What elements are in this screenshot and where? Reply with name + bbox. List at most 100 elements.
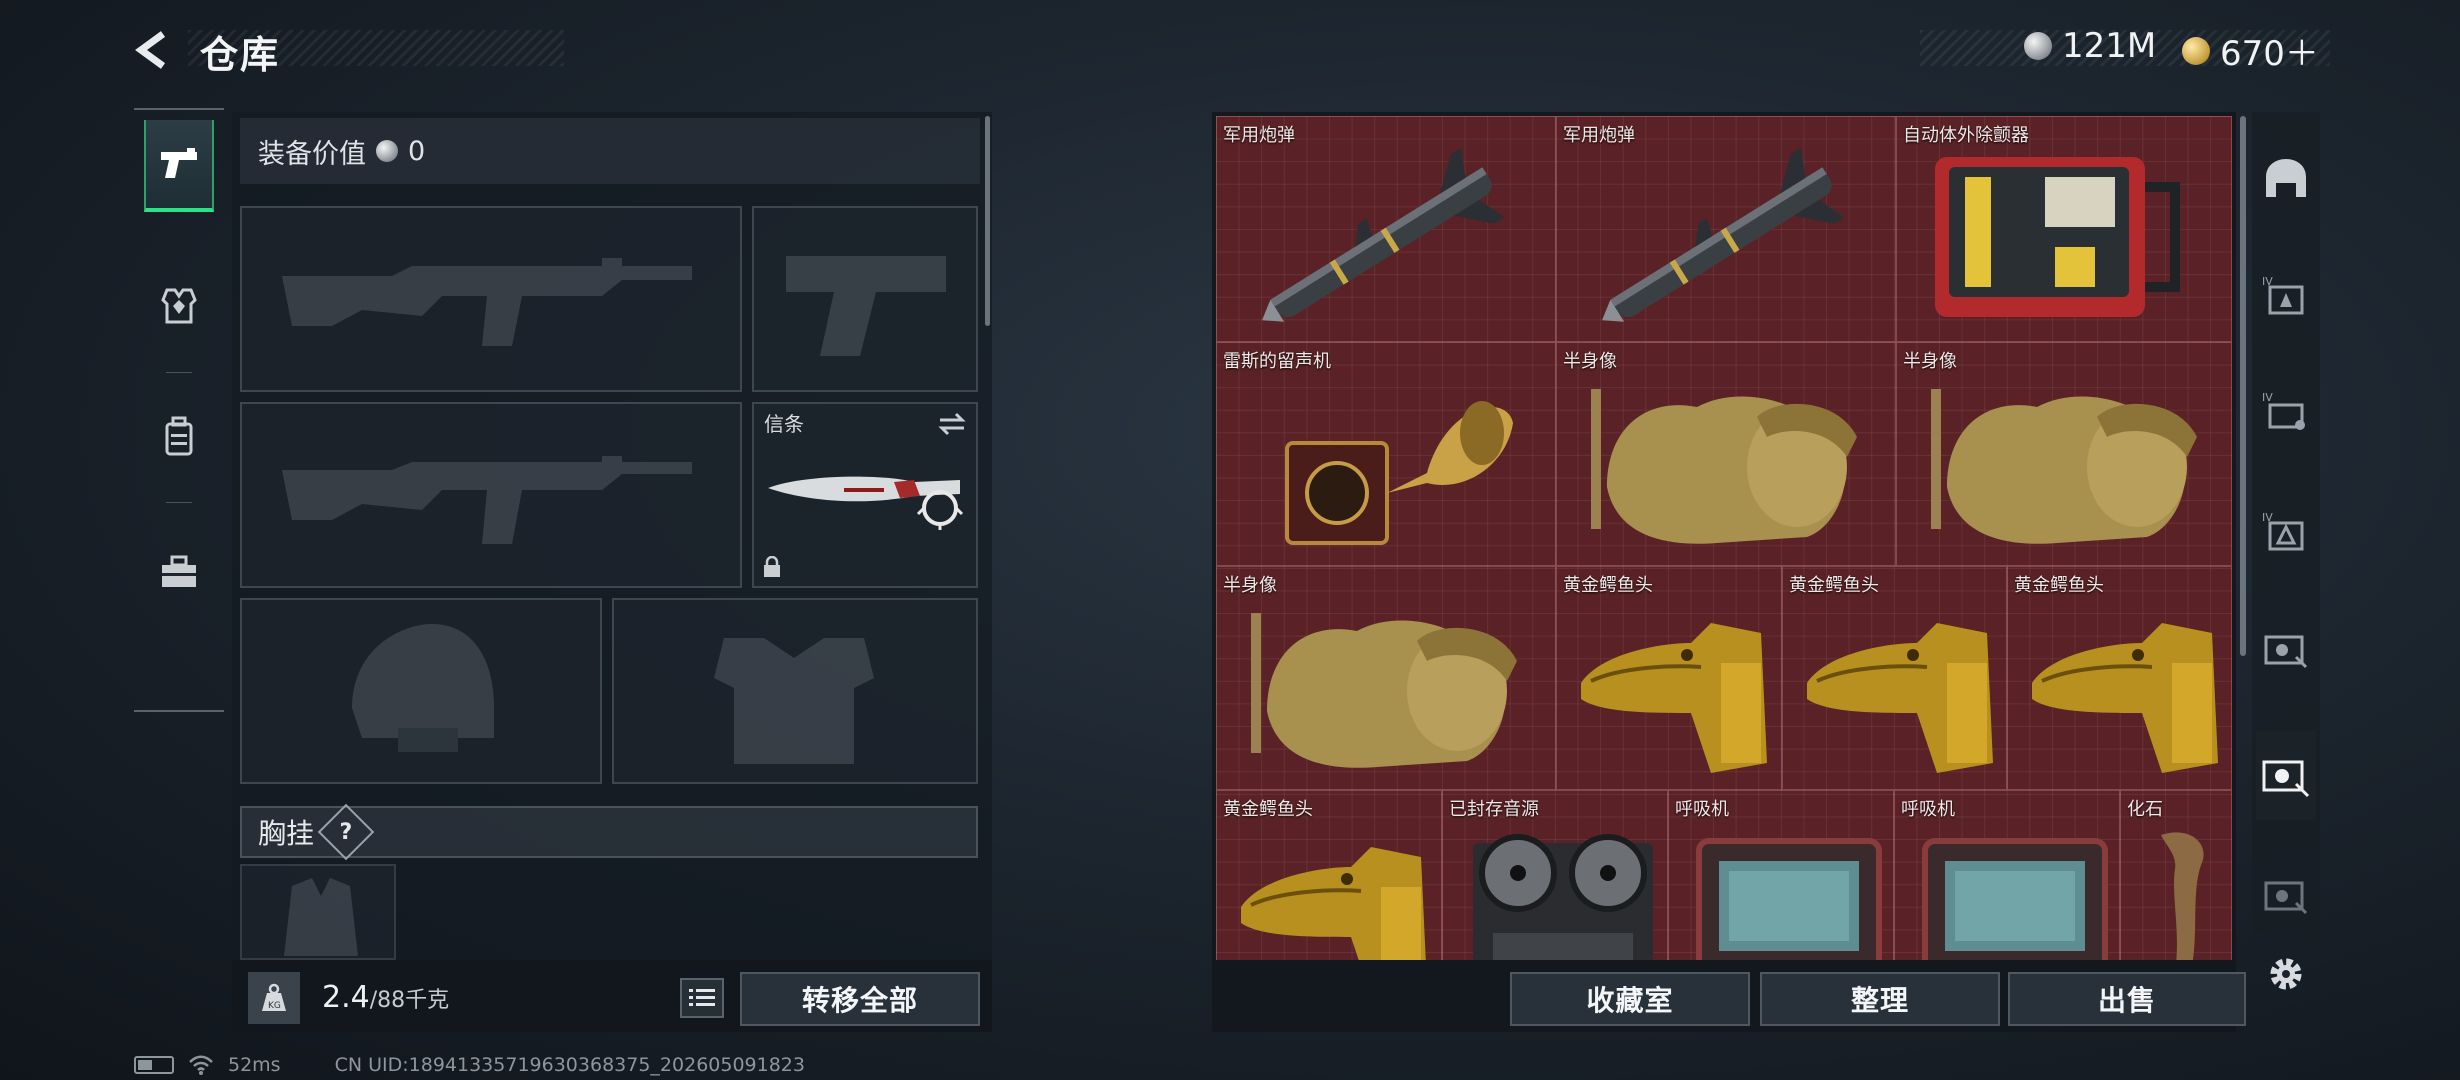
weight-current: 2.4 — [322, 980, 370, 1015]
golden-crocodile-head-icon — [2032, 623, 2218, 773]
rifle-placeholder-icon — [282, 258, 692, 346]
valuables-icon — [2264, 881, 2308, 915]
storage-scrollbar[interactable] — [2240, 116, 2246, 656]
storage-item[interactable]: 化石 — [2120, 790, 2232, 960]
armor-vest-slot[interactable] — [612, 598, 978, 784]
chest-rig-header: 胸挂 ? — [240, 803, 978, 861]
backpack-icon — [165, 416, 193, 456]
missile-icon — [1602, 147, 1845, 322]
storage-tab-armor-iv[interactable]: IV — [2256, 250, 2316, 340]
storage-grid: 军用炮弹 军用炮弹 自动体外除颤器 雷斯的留声机 半身像 半身像 半身像 黄金鳄… — [1216, 116, 2232, 960]
missile-icon — [1262, 147, 1505, 322]
secondary-weapon-slot[interactable] — [240, 402, 742, 588]
chest-rig-slot[interactable] — [240, 864, 396, 960]
settings-button[interactable] — [2262, 950, 2310, 998]
storage-item[interactable]: 半身像 — [1216, 566, 1556, 790]
list-view-button[interactable] — [680, 978, 724, 1018]
storage-item[interactable]: 已封存音源 — [1442, 790, 1668, 960]
item-label: 自动体外除颤器 — [1903, 125, 2029, 146]
melee-slot[interactable]: 信条 — [752, 402, 978, 588]
golden-crocodile-head-icon — [1241, 847, 1426, 960]
storage-item[interactable]: 半身像 — [1556, 342, 1896, 566]
storage-item[interactable]: 黄金鳄鱼头 — [1556, 566, 1782, 790]
transfer-all-button[interactable]: 转移全部 — [740, 972, 980, 1026]
silver-coin-icon — [2024, 32, 2052, 60]
primary-weapon-slot[interactable] — [240, 206, 742, 392]
tab-toolbox[interactable] — [144, 526, 214, 618]
helmet-tier-icon: IV — [2262, 511, 2304, 551]
weight-max: /88千克 — [369, 988, 450, 1013]
storage-item[interactable]: 自动体外除颤器 — [1896, 116, 2232, 342]
storage-item[interactable]: 呼吸机 — [1894, 790, 2120, 960]
storage-item[interactable]: 黄金鳄鱼头 — [1216, 790, 1442, 960]
valuables-icon — [2264, 635, 2308, 669]
page-title: 仓库 — [200, 33, 281, 77]
bust-icon — [1931, 389, 2197, 544]
ping-value: 52ms — [228, 1054, 281, 1076]
tab-weapons[interactable] — [144, 120, 214, 212]
defibrillator-icon — [1935, 157, 2180, 317]
item-label: 黄金鳄鱼头 — [1223, 799, 1313, 820]
silver-currency[interactable]: 121M — [2024, 26, 2156, 66]
tab-backpack[interactable] — [144, 390, 214, 482]
back-arrow-icon — [135, 31, 166, 69]
bust-icon — [1251, 613, 1517, 768]
container-tier-icon: IV — [2262, 391, 2305, 430]
item-label: 呼吸机 — [1675, 799, 1729, 820]
battery-icon — [134, 1056, 174, 1074]
wifi-icon — [189, 1055, 213, 1075]
pistol-placeholder-icon — [786, 256, 946, 356]
shelter-icon — [2266, 159, 2306, 197]
storage-tab-valuables-2[interactable] — [2256, 850, 2316, 940]
karambit-knife-icon — [768, 476, 964, 530]
equipment-value: 0 — [408, 135, 426, 167]
silver-coin-icon — [376, 140, 398, 162]
vest-placeholder-icon — [714, 638, 874, 764]
storage-item[interactable]: 军用炮弹 — [1556, 116, 1896, 342]
silver-currency-value: 121M — [2062, 26, 2157, 66]
category-nav — [134, 108, 224, 712]
storage-item[interactable]: 雷斯的留声机 — [1216, 342, 1556, 566]
sort-button[interactable]: 整理 — [1760, 972, 2000, 1026]
item-label: 雷斯的留声机 — [1223, 351, 1331, 372]
help-icon: ? — [339, 819, 353, 845]
storage-tab-helmet-iv[interactable]: IV — [2256, 486, 2316, 576]
valuables-icon — [2262, 760, 2310, 798]
collection-room-button[interactable]: 收藏室 — [1510, 972, 1750, 1026]
gold-currency[interactable]: 670＋ — [2182, 26, 2319, 75]
golden-crocodile-head-icon — [1807, 623, 1993, 773]
svg-text:IV: IV — [2262, 391, 2273, 404]
storage-tab-valuables-1[interactable] — [2256, 604, 2316, 694]
golden-crocodile-head-icon — [1581, 623, 1767, 773]
back-button[interactable] — [130, 22, 180, 78]
chest-rig-placeholder-icon — [284, 878, 358, 956]
ventilator-icon — [1696, 838, 1882, 960]
sidearm-slot[interactable] — [752, 206, 978, 392]
item-label: 黄金鳄鱼头 — [1789, 575, 1879, 596]
lock-icon — [764, 556, 780, 577]
bust-icon — [1591, 389, 1857, 544]
gear-icon — [2270, 958, 2302, 990]
helmet-placeholder-icon — [352, 624, 494, 752]
swap-icon[interactable] — [936, 410, 968, 438]
help-button[interactable]: ? — [317, 803, 375, 861]
storage-tab-home[interactable] — [2256, 134, 2316, 224]
gold-currency-value: 670＋ — [2220, 34, 2319, 74]
rifle-placeholder-icon — [282, 456, 692, 544]
storage-item[interactable]: 呼吸机 — [1668, 790, 1894, 960]
storage-item[interactable]: 军用炮弹 — [1216, 116, 1556, 342]
helmet-slot[interactable] — [240, 598, 602, 784]
tab-armor[interactable] — [144, 260, 214, 352]
equipment-value-bar: 装备价值 0 — [240, 118, 980, 184]
storage-item[interactable]: 黄金鳄鱼头 — [1782, 566, 2007, 790]
storage-tab-valuables-active[interactable] — [2256, 730, 2316, 820]
storage-item[interactable]: 半身像 — [1896, 342, 2232, 566]
armor-tier-icon: IV — [2262, 275, 2304, 315]
equipment-scrollbar[interactable] — [985, 116, 990, 326]
sell-button[interactable]: 出售 — [2008, 972, 2246, 1026]
gold-coin-icon — [2182, 36, 2210, 65]
storage-item[interactable]: 黄金鳄鱼头 — [2007, 566, 2232, 790]
storage-tab-container-iv[interactable]: IV — [2256, 366, 2316, 456]
svg-text:KG: KG — [268, 1001, 281, 1011]
item-label: 化石 — [2127, 799, 2163, 820]
